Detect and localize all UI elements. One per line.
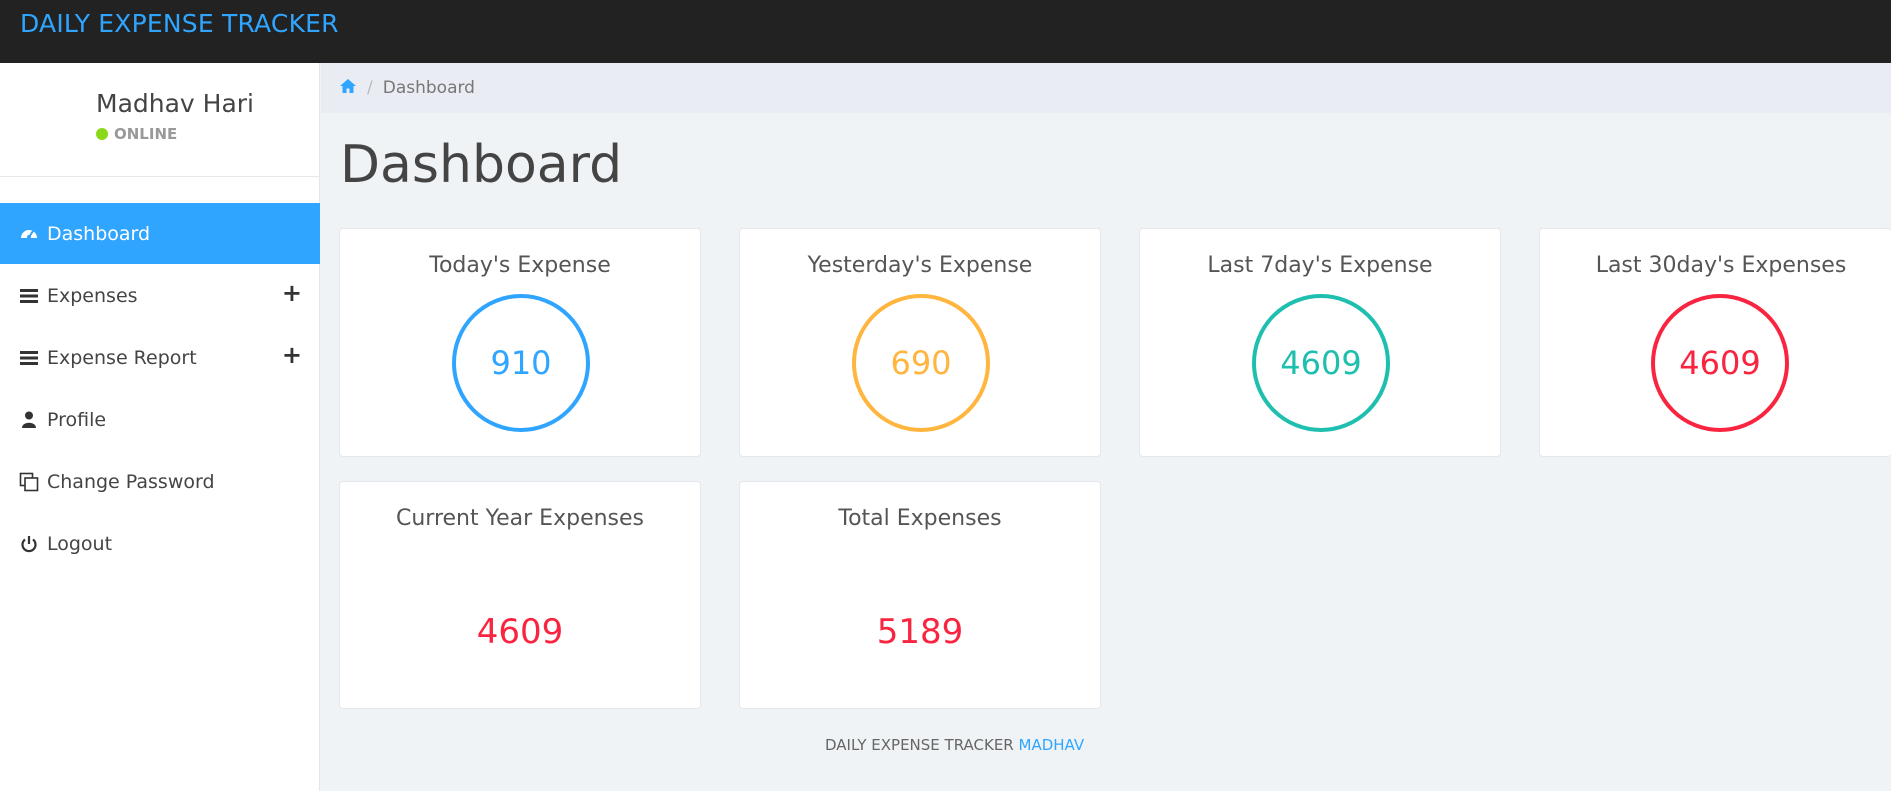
top-navbar: DAILY EXPENSE TRACKER bbox=[0, 0, 1891, 63]
list-icon bbox=[18, 285, 40, 307]
dashboard-icon bbox=[18, 223, 40, 245]
card-yesterdays-expense: Yesterday's Expense 690 bbox=[739, 228, 1101, 457]
sidebar-item-label: Dashboard bbox=[47, 222, 151, 245]
card-title: Today's Expense bbox=[429, 253, 611, 278]
app-brand[interactable]: DAILY EXPENSE TRACKER bbox=[20, 9, 339, 38]
card-title: Current Year Expenses bbox=[395, 506, 644, 531]
online-dot-icon bbox=[96, 128, 108, 140]
card-title: Total Expenses bbox=[838, 506, 1002, 531]
card-total-expenses: Total Expenses 5189 bbox=[739, 481, 1101, 709]
power-icon bbox=[18, 533, 40, 555]
card-title: Last 7day's Expense bbox=[1207, 253, 1433, 278]
sidebar-item-change-password[interactable]: Change Password bbox=[0, 451, 320, 512]
expand-plus-icon[interactable]: + bbox=[282, 281, 302, 305]
card-title: Last 30day's Expenses bbox=[1595, 253, 1847, 278]
expense-value-ring: 4609 bbox=[1252, 294, 1390, 432]
expand-plus-icon[interactable]: + bbox=[282, 343, 302, 367]
expense-value-ring: 910 bbox=[452, 294, 590, 432]
user-name: Madhav Hari bbox=[96, 89, 255, 118]
sidebar-item-dashboard[interactable]: Dashboard bbox=[0, 203, 320, 264]
list-icon bbox=[18, 347, 40, 369]
status-label: ONLINE bbox=[114, 125, 178, 143]
card-current-year-expenses: Current Year Expenses 4609 bbox=[339, 481, 701, 709]
card-todays-expense: Today's Expense 910 bbox=[339, 228, 701, 457]
card-title: Yesterday's Expense bbox=[807, 253, 1033, 278]
breadcrumb-separator: / bbox=[367, 78, 373, 98]
expense-value-ring: 4609 bbox=[1651, 294, 1789, 432]
sidebar-item-label: Expenses bbox=[47, 284, 138, 307]
sidebar-item-logout[interactable]: Logout bbox=[0, 513, 320, 574]
sidebar-item-label: Expense Report bbox=[47, 346, 197, 369]
user-icon bbox=[18, 409, 40, 431]
sidebar-item-expense-report[interactable]: Expense Report + bbox=[0, 327, 320, 388]
sidebar-item-label: Change Password bbox=[47, 470, 215, 493]
expense-value: 5189 bbox=[876, 612, 964, 652]
footer-text: DAILY EXPENSE TRACKER bbox=[825, 736, 1014, 754]
expense-value-ring: 690 bbox=[852, 294, 990, 432]
sidebar-item-profile[interactable]: Profile bbox=[0, 389, 320, 450]
footer-author-link[interactable]: MADHAV bbox=[1019, 736, 1085, 754]
sidebar-item-label: Profile bbox=[47, 408, 107, 431]
home-icon[interactable] bbox=[339, 78, 357, 99]
expense-value: 4609 bbox=[476, 612, 564, 652]
user-profile-panel: Madhav Hari ONLINE bbox=[0, 63, 320, 177]
sidebar-item-expenses[interactable]: Expenses + bbox=[0, 265, 320, 326]
sidebar: Madhav Hari ONLINE Dashboard Expenses + … bbox=[0, 63, 320, 791]
page-title: Dashboard bbox=[340, 135, 623, 195]
footer: DAILY EXPENSE TRACKER MADHAV bbox=[825, 736, 1084, 754]
sidebar-item-label: Logout bbox=[47, 532, 113, 555]
copy-icon bbox=[18, 471, 40, 493]
card-last-30days-expenses: Last 30day's Expenses 4609 bbox=[1539, 228, 1891, 457]
user-status: ONLINE bbox=[96, 125, 177, 143]
card-last-7days-expense: Last 7day's Expense 4609 bbox=[1139, 228, 1501, 457]
breadcrumb-current: Dashboard bbox=[382, 78, 475, 98]
breadcrumb: / Dashboard bbox=[321, 63, 1891, 113]
